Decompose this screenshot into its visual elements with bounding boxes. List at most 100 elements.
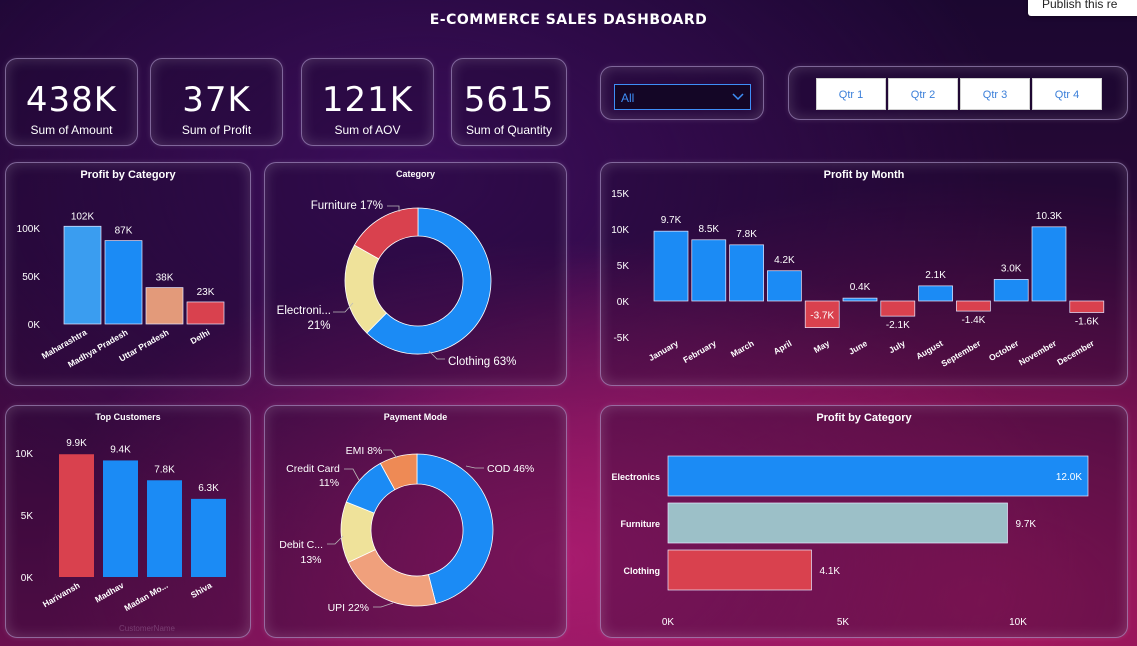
data-label: 9.9K — [66, 438, 87, 449]
y-tick-label: Furniture — [621, 519, 661, 529]
x-tick-label: 5K — [837, 617, 850, 628]
data-label: 23K — [197, 287, 215, 298]
data-label: 4.1K — [820, 566, 841, 577]
x-tick-label: Madhav — [93, 580, 126, 605]
qtr-1-button[interactable]: Qtr 1 — [816, 78, 886, 110]
chevron-down-icon — [732, 93, 744, 101]
leader-line — [465, 465, 484, 469]
x-tick-label: 10K — [1009, 617, 1027, 628]
donut-slice — [347, 549, 437, 607]
data-label: 7.8K — [736, 229, 757, 240]
data-label: Debit C... — [279, 539, 323, 551]
x-tick-label: 0K — [662, 617, 675, 628]
x-tick-label: May — [812, 338, 832, 355]
kpi-label: Sum of Profit — [181, 123, 252, 137]
state-slicer: All — [600, 66, 764, 120]
x-tick-label: December — [1055, 338, 1096, 368]
data-label: -1.4K — [961, 315, 985, 326]
kpi-value: 5615 — [463, 80, 555, 120]
data-label: Clothing 63% — [448, 356, 516, 368]
y-tick-label: 50K — [22, 272, 40, 283]
data-label: 8.5K — [699, 224, 720, 235]
data-label: 11% — [319, 477, 339, 489]
bar — [880, 300, 916, 317]
bar — [667, 549, 812, 591]
kpi-card-aov: 121K Sum of AOV — [301, 58, 434, 146]
data-label: 38K — [156, 273, 174, 284]
kpi-card-profit: 37K Sum of Profit — [150, 58, 283, 146]
panel-profit-by-category: Profit by Category Electronics 12.0K Furni… — [600, 405, 1128, 638]
y-tick-label: 5K — [21, 511, 34, 522]
bar — [653, 230, 689, 302]
data-label: 4.2K — [774, 255, 795, 266]
x-tick-label: July — [887, 338, 907, 355]
bar — [103, 460, 138, 577]
quarter-slicer: Qtr 1 Qtr 2 Qtr 3 Qtr 4 — [788, 66, 1128, 120]
kpi-value: 121K — [321, 80, 414, 120]
publish-button[interactable]: Publish this re — [1028, 0, 1137, 16]
x-tick-label: June — [847, 338, 869, 357]
state-dropdown-value: All — [621, 91, 635, 105]
x-tick-label: Madan Mo... — [122, 580, 169, 613]
panel-top-customers: Top Customers 0K 5K 10K 9.9K Harivansh 9.4K Ma… — [5, 405, 251, 638]
x-axis-label: CustomerName — [119, 624, 176, 633]
bar — [186, 301, 225, 325]
bar — [918, 285, 953, 302]
data-label: UPI 22% — [328, 602, 369, 614]
y-tick-label: 0K — [21, 573, 34, 584]
panel-category: Category Furniture 17% Clothing 63% Electr… — [264, 162, 567, 386]
panel-profit-by-state: Profit by Category 0K 50K 100K 102K Maharash… — [5, 162, 251, 386]
y-tick-label: 0K — [617, 297, 630, 308]
y-tick-label: 100K — [17, 224, 41, 235]
y-tick-label: 15K — [611, 189, 629, 200]
data-label: 3.0K — [1001, 263, 1022, 274]
x-tick-label: January — [647, 338, 680, 363]
leader-line — [383, 449, 398, 459]
bar — [667, 502, 1008, 544]
data-label: 6.3K — [198, 483, 219, 494]
y-tick-label: 0K — [28, 320, 41, 331]
data-label: COD 46% — [487, 463, 534, 475]
y-tick-label: 10K — [15, 449, 33, 460]
bar — [59, 454, 94, 577]
bar — [1069, 300, 1105, 313]
data-label: -1.6K — [1075, 317, 1099, 328]
data-label: 10.3K — [1036, 211, 1062, 222]
x-tick-label: Shiva — [189, 580, 214, 600]
leader-line — [344, 468, 360, 481]
x-tick-label: August — [914, 338, 944, 361]
kpi-value: 438K — [25, 80, 118, 120]
y-tick-label: 10K — [611, 225, 629, 236]
category-donut-chart: Furniture 17% Clothing 63% Electroni... 21% — [277, 200, 517, 368]
y-tick-label: Electronics — [611, 472, 660, 482]
qtr-3-button[interactable]: Qtr 3 — [960, 78, 1030, 110]
state-profit-chart: 0K50K100K102KMaharashtra87KMadhya Prades… — [17, 211, 225, 370]
bar — [147, 480, 182, 577]
leader-line — [373, 602, 394, 608]
bar — [104, 240, 143, 325]
x-tick-label: November — [1017, 338, 1059, 368]
x-tick-label: February — [681, 338, 718, 365]
bar — [956, 300, 991, 312]
leader-line — [327, 535, 344, 545]
kpi-value: 37K — [182, 80, 251, 120]
bar — [691, 239, 727, 302]
panel-profit-by-month: Profit by Month -5K 0K 5K 10K 15K 9.7K January… — [600, 162, 1128, 386]
y-tick-label: 5K — [617, 261, 630, 272]
kpi-label: Sum of Amount — [30, 123, 113, 137]
qtr-4-button[interactable]: Qtr 4 — [1032, 78, 1102, 110]
panel-payment-mode: Payment Mode COD 46% UPI 22% Debit C... 13%… — [264, 405, 567, 638]
state-dropdown[interactable]: All — [614, 84, 751, 110]
data-label: Credit Card — [286, 463, 340, 475]
bar — [191, 498, 226, 577]
qtr-2-button[interactable]: Qtr 2 — [888, 78, 958, 110]
x-tick-label: March — [729, 338, 756, 359]
bar — [993, 279, 1029, 302]
data-label: -2.1K — [886, 320, 910, 331]
bar — [145, 287, 184, 325]
bar — [767, 270, 802, 302]
data-label: 0.4K — [850, 282, 871, 293]
bar — [1031, 226, 1067, 302]
data-label: 102K — [71, 211, 95, 222]
category-profit-bar-chart: Electronics 12.0K Furniture 9.7K Clothing 4.1… — [611, 455, 1089, 628]
